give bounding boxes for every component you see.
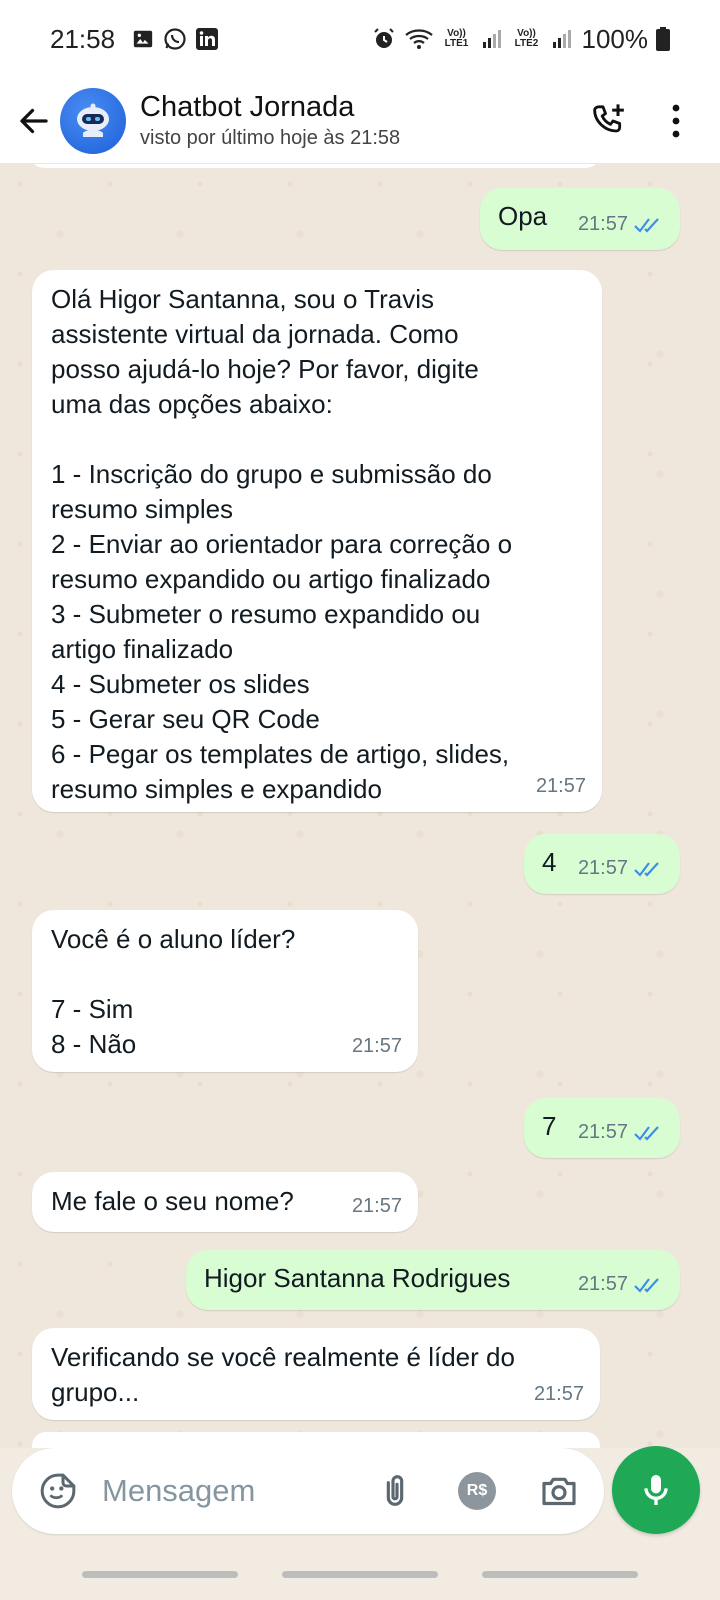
signal-icon-2	[550, 27, 574, 51]
message-text: Higor Santanna Rodrigues	[204, 1263, 511, 1293]
voice-record-button[interactable]	[612, 1446, 700, 1534]
message-meta: 21:57	[578, 207, 664, 242]
attach-button[interactable]	[374, 1470, 416, 1512]
payment-icon: R$	[458, 1472, 496, 1510]
message-incoming[interactable]: Me fale o seu nome? 21:57	[32, 1172, 418, 1232]
message-text: 7	[542, 1111, 557, 1141]
whatsapp-icon	[163, 27, 187, 51]
composer-actions: R$	[374, 1470, 580, 1512]
more-options-button[interactable]	[666, 99, 686, 143]
phone-plus-icon	[593, 103, 624, 132]
double-check-icon	[634, 1276, 664, 1294]
message-outgoing[interactable]: 4 21:57	[524, 834, 680, 894]
linkedin-icon	[195, 27, 219, 51]
message-outgoing[interactable]: 7 21:57	[524, 1098, 680, 1158]
arrow-left-icon	[20, 108, 48, 133]
avatar[interactable]	[60, 87, 126, 154]
more-vertical-icon	[672, 104, 680, 137]
double-check-icon	[634, 860, 664, 878]
battery-level: 100%	[581, 23, 649, 54]
message-meta: 21:57	[536, 769, 586, 804]
chat-area[interactable]: Opa 21:57 Olá Higor Santanna, sou o Trav…	[0, 164, 720, 1448]
message-time: 21:57	[577, 857, 628, 879]
message-time: 21:57	[351, 1035, 402, 1057]
message-outgoing[interactable]: Higor Santanna Rodrigues 21:57	[186, 1250, 680, 1310]
message-incoming[interactable]: Você é o aluno líder? 7 - Sim 8 - Não 21…	[32, 910, 418, 1072]
camera-button[interactable]	[538, 1470, 580, 1512]
network-tag-1: Vo)) LTE1	[444, 28, 469, 49]
message-time: 21:57	[577, 1121, 628, 1143]
back-button[interactable]	[10, 97, 58, 145]
message-meta: 21:57	[352, 1189, 402, 1224]
double-check-icon	[634, 216, 664, 234]
camera-icon	[542, 1477, 576, 1506]
system-nav-bar	[0, 1548, 720, 1600]
nav-home[interactable]	[282, 1570, 438, 1578]
message-time: 21:57	[533, 1383, 584, 1405]
message-incoming[interactable]: Olá Higor Santanna, sou o Travis assiste…	[32, 270, 602, 812]
robot-icon	[77, 103, 109, 137]
previous-message-edge	[30, 164, 600, 168]
header-actions	[586, 99, 686, 143]
gallery-icon	[131, 27, 155, 51]
status-bar: 21:58 Vo)) LTE1 Vo)) LTE2 100%	[0, 0, 720, 78]
sticker-icon	[40, 1473, 76, 1509]
message-meta: 21:57	[578, 1115, 664, 1150]
message-text: Me fale o seu nome?	[51, 1186, 294, 1216]
microphone-icon	[644, 1475, 668, 1505]
composer: R$	[0, 1438, 720, 1548]
message-meta: 21:57	[534, 1377, 584, 1412]
contact-name: Chatbot Jornada	[140, 90, 355, 123]
message-outgoing[interactable]: Opa 21:57	[480, 188, 680, 250]
message-text: Olá Higor Santanna, sou o Travis assiste…	[51, 284, 513, 804]
paperclip-icon	[386, 1475, 404, 1506]
sticker-button[interactable]	[36, 1469, 80, 1513]
double-check-icon	[634, 1124, 664, 1142]
status-left: 21:58	[50, 24, 219, 55]
message-text: Você é o aluno líder? 7 - Sim 8 - Não	[51, 924, 296, 1059]
nav-recents[interactable]	[82, 1570, 238, 1578]
battery-icon	[656, 27, 670, 51]
message-input[interactable]	[102, 1473, 372, 1509]
message-text: Opa	[498, 201, 548, 231]
network-tag-2: Vo)) LTE2	[514, 28, 539, 49]
status-time: 21:58	[50, 23, 116, 54]
signal-icon	[480, 27, 504, 51]
add-call-button[interactable]	[586, 99, 630, 143]
message-text: 4	[542, 847, 557, 877]
chat-header: Chatbot Jornada visto por último hoje às…	[0, 78, 720, 164]
nav-back[interactable]	[482, 1570, 638, 1578]
message-meta: 21:57	[578, 1267, 664, 1302]
message-time: 21:57	[351, 1195, 402, 1217]
contact-status: visto por último hoje às 21:58	[140, 126, 401, 149]
message-time: 21:57	[577, 213, 628, 235]
status-right: Vo)) LTE1 Vo)) LTE2 100%	[372, 23, 670, 55]
message-text: Verificando se você realmente é líder do…	[51, 1342, 515, 1407]
message-meta: 21:57	[578, 851, 664, 886]
message-composer: R$	[12, 1448, 604, 1534]
wifi-icon	[404, 27, 434, 51]
message-time: 21:57	[577, 1273, 628, 1295]
alarm-icon	[372, 27, 396, 51]
message-time: 21:57	[535, 775, 586, 797]
payment-button[interactable]: R$	[456, 1470, 498, 1512]
contact-info[interactable]: Chatbot Jornada visto por último hoje às…	[140, 90, 400, 152]
message-meta: 21:57	[352, 1029, 402, 1064]
message-incoming[interactable]: Verificando se você realmente é líder do…	[32, 1328, 600, 1420]
